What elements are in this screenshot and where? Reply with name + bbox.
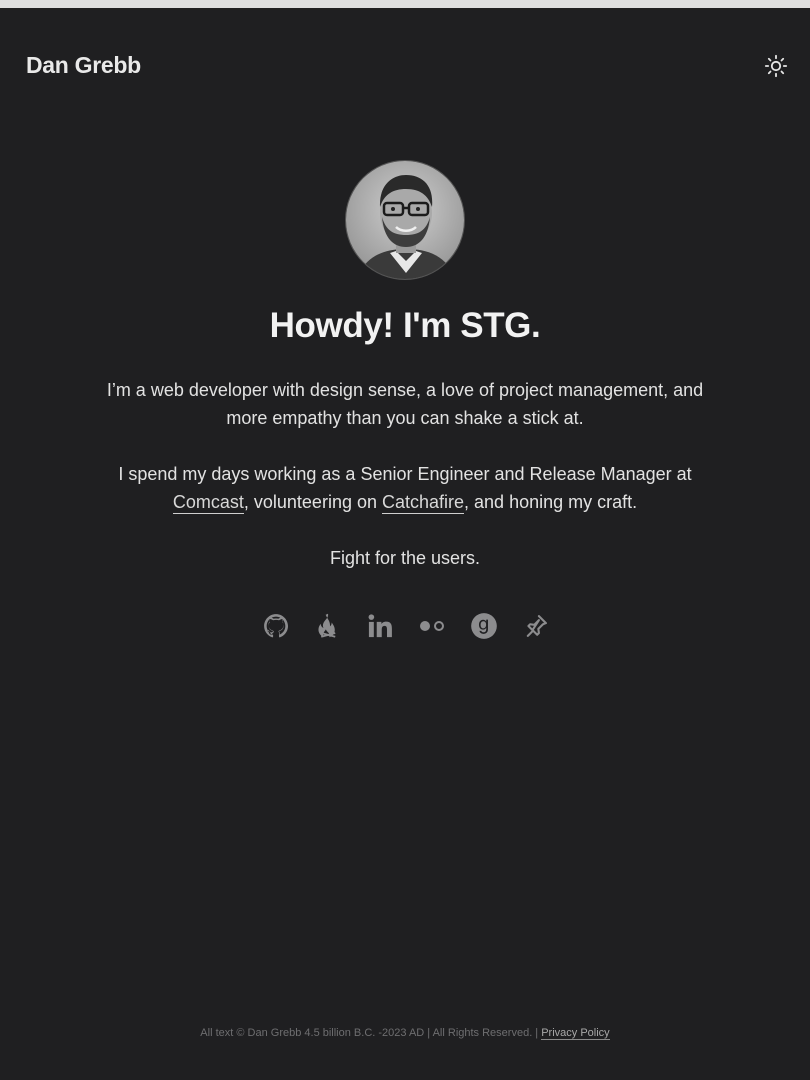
sun-icon: [764, 54, 788, 78]
pin-icon: [526, 615, 547, 637]
campfire-link[interactable]: [314, 612, 342, 640]
linkedin-link[interactable]: [366, 612, 394, 640]
avatar-photo: [346, 161, 464, 279]
page-title: Howdy! I'm STG.: [269, 306, 541, 345]
work-text-suffix: , and honing my craft.: [464, 492, 638, 512]
social-links: [262, 612, 552, 640]
linkedin-icon: [368, 614, 392, 638]
intro-text: I’m a web developer with design sense, a…: [106, 380, 704, 428]
site-brand-link[interactable]: Dan Grebb: [26, 52, 141, 79]
goodreads-icon: [471, 613, 497, 639]
pin-link[interactable]: [522, 612, 550, 640]
flickr-icon: [420, 621, 444, 631]
work-text: I spend my days working as a Senior Engi…: [105, 460, 705, 516]
work-text-middle: , volunteering on: [243, 492, 382, 512]
work-text-prefix: I spend my days working as a Senior Engi…: [118, 464, 692, 484]
flickr-link[interactable]: [418, 612, 446, 640]
theme-toggle-button[interactable]: [764, 54, 788, 78]
comcast-link[interactable]: Comcast: [172, 492, 244, 514]
github-icon: [264, 614, 289, 638]
page: Dan Grebb Howdy! I'm STG. I’m a web deve…: [0, 0, 810, 1080]
footer: All text © Dan Grebb 4.5 billion B.C. -2…: [0, 1027, 810, 1040]
browser-top-strip: [0, 0, 810, 8]
campfire-icon: [318, 613, 336, 638]
copyright-text: All text © Dan Grebb 4.5 billion B.C. -2…: [200, 1027, 542, 1039]
privacy-policy-link[interactable]: Privacy Policy: [541, 1027, 610, 1040]
goodreads-link[interactable]: [470, 612, 498, 640]
catchafire-link[interactable]: Catchafire: [381, 492, 465, 514]
motto-text: Fight for the users.: [329, 548, 481, 568]
github-link[interactable]: [262, 612, 290, 640]
avatar: [345, 160, 465, 280]
